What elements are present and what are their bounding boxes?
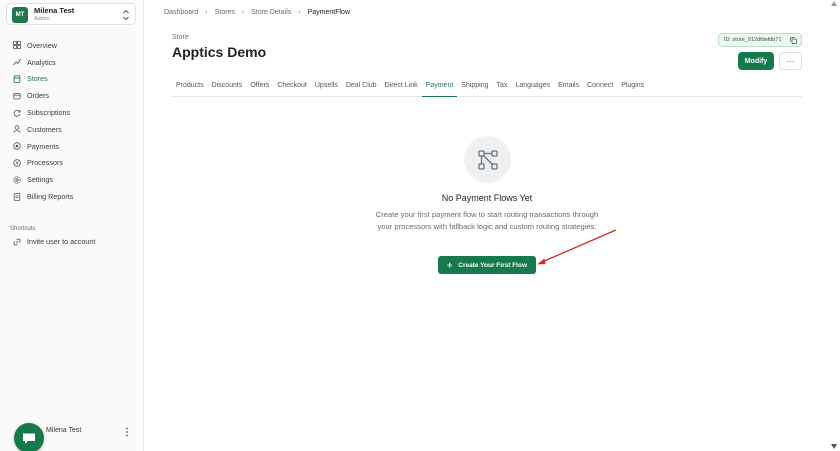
coin-icon [13,142,21,150]
sidebar-item-payments[interactable]: Payments [0,138,143,155]
report-icon [13,192,21,201]
scroll-down-icon[interactable] [831,444,837,449]
sidebar-item-subscriptions[interactable]: Subscriptions [0,104,143,121]
user-name: Milena Test [46,427,82,434]
chart-icon [13,58,21,66]
scroll-up-icon[interactable] [831,1,837,6]
chat-icon [23,433,35,444]
breadcrumb-separator: › [298,9,301,16]
shortcuts-heading: Shortcuts [10,226,36,232]
breadcrumb-store-details[interactable]: Store Details [251,9,291,16]
account-name: Milena Test [34,6,75,15]
chat-support-button[interactable] [14,423,44,451]
account-avatar: MT [12,7,28,23]
grid-icon [13,41,21,50]
sidebar-item-label: Orders [27,91,49,101]
breadcrumb-stores[interactable]: Stores [215,9,235,16]
sidebar-item-label: Subscriptions [27,108,71,118]
gear-icon [13,176,21,184]
copy-icon[interactable] [790,37,797,44]
sidebar-item-customers[interactable]: Customers [0,121,143,138]
tab-direct-link[interactable]: Direct Link [381,79,422,97]
empty-state-illustration [464,136,511,183]
store-tabs: Products Discounts Offers Checkout Upsel… [172,79,802,97]
sidebar-item-label: Overview [27,40,57,50]
breadcrumb-current: PaymentFlow [307,9,350,16]
sidebar-item-label: Settings [27,175,53,185]
store-id-badge[interactable]: ID: store_912dfdefdb71 [718,33,802,47]
tab-offers[interactable]: Offers [246,79,273,97]
link-icon [13,238,21,245]
empty-state-title: No Payment Flows Yet [441,193,533,203]
create-first-flow-button[interactable]: + Create Your First Flow [438,256,536,274]
tab-checkout[interactable]: Checkout [273,79,311,97]
create-first-flow-label: Create Your First Flow [458,261,527,269]
tab-shipping[interactable]: Shipping [457,79,492,97]
sidebar-item-settings[interactable]: Settings [0,171,143,188]
flow-icon [477,149,498,170]
breadcrumb-dashboard[interactable]: Dashboard [164,9,198,16]
refresh-icon [13,109,21,117]
tab-languages[interactable]: Languages [511,79,554,97]
sidebar-item-label: Customers [27,124,62,134]
sidebar-item-overview[interactable]: Overview [0,37,143,54]
chevron-up-down-icon [123,9,129,21]
tab-deal-club[interactable]: Deal Club [342,79,381,97]
shortcut-label: Invite user to account [27,237,96,246]
sidebar-item-billing-reports[interactable]: Billing Reports [0,188,143,205]
sidebar-item-analytics[interactable]: Analytics [0,54,143,71]
account-switcher[interactable]: MT Milena Test Admin [6,3,136,25]
sidebar-item-processors[interactable]: Processors [0,155,143,172]
sidebar-item-label: Stores [27,74,48,84]
tab-plugins[interactable]: Plugins [617,79,648,97]
tab-discounts[interactable]: Discounts [208,79,247,97]
tab-emails[interactable]: Emails [554,79,583,97]
breadcrumb-separator: › [241,9,245,16]
tab-connect[interactable]: Connect [583,79,617,97]
sidebar-item-label: Processors [27,158,63,168]
tab-upsells[interactable]: Upsells [311,79,342,97]
breadcrumb-separator: › [205,9,208,16]
sidebar-user[interactable]: Milena Test [0,411,143,451]
cart-icon [13,92,21,100]
sidebar-item-label: Payments [27,141,59,151]
tab-tax[interactable]: Tax [493,79,512,97]
annotation-arrow-icon [537,229,617,265]
breadcrumb: Dashboard › Stores › Store Details › Pay… [164,9,350,16]
account-role: Admin [34,16,50,22]
page-title: Apptics Demo [172,44,267,60]
sidebar: MT Milena Test Admin Overview Analytics … [0,0,144,451]
shortcut-invite-user[interactable]: Invite user to account [13,237,95,246]
processor-icon [13,159,21,167]
sidebar-item-orders[interactable]: Orders [0,87,143,104]
store-icon [13,75,21,83]
store-id-text: ID: store_912dfdefdb71 [724,37,782,43]
plus-icon: + [446,260,453,270]
sidebar-item-label: Analytics [27,57,56,67]
sidebar-nav: Overview Analytics Stores Orders Subscri… [0,37,143,205]
more-options-button[interactable]: ··· [779,52,802,70]
sidebar-item-stores[interactable]: Stores [0,71,143,88]
modify-button[interactable]: Modify [738,52,774,70]
tab-payment[interactable]: Payment [421,79,458,97]
tab-products[interactable]: Products [172,79,208,97]
user-icon [13,125,21,134]
sidebar-item-label: Billing Reports [27,192,74,202]
store-label: Store [172,34,189,41]
kebab-menu-icon[interactable] [124,426,130,438]
